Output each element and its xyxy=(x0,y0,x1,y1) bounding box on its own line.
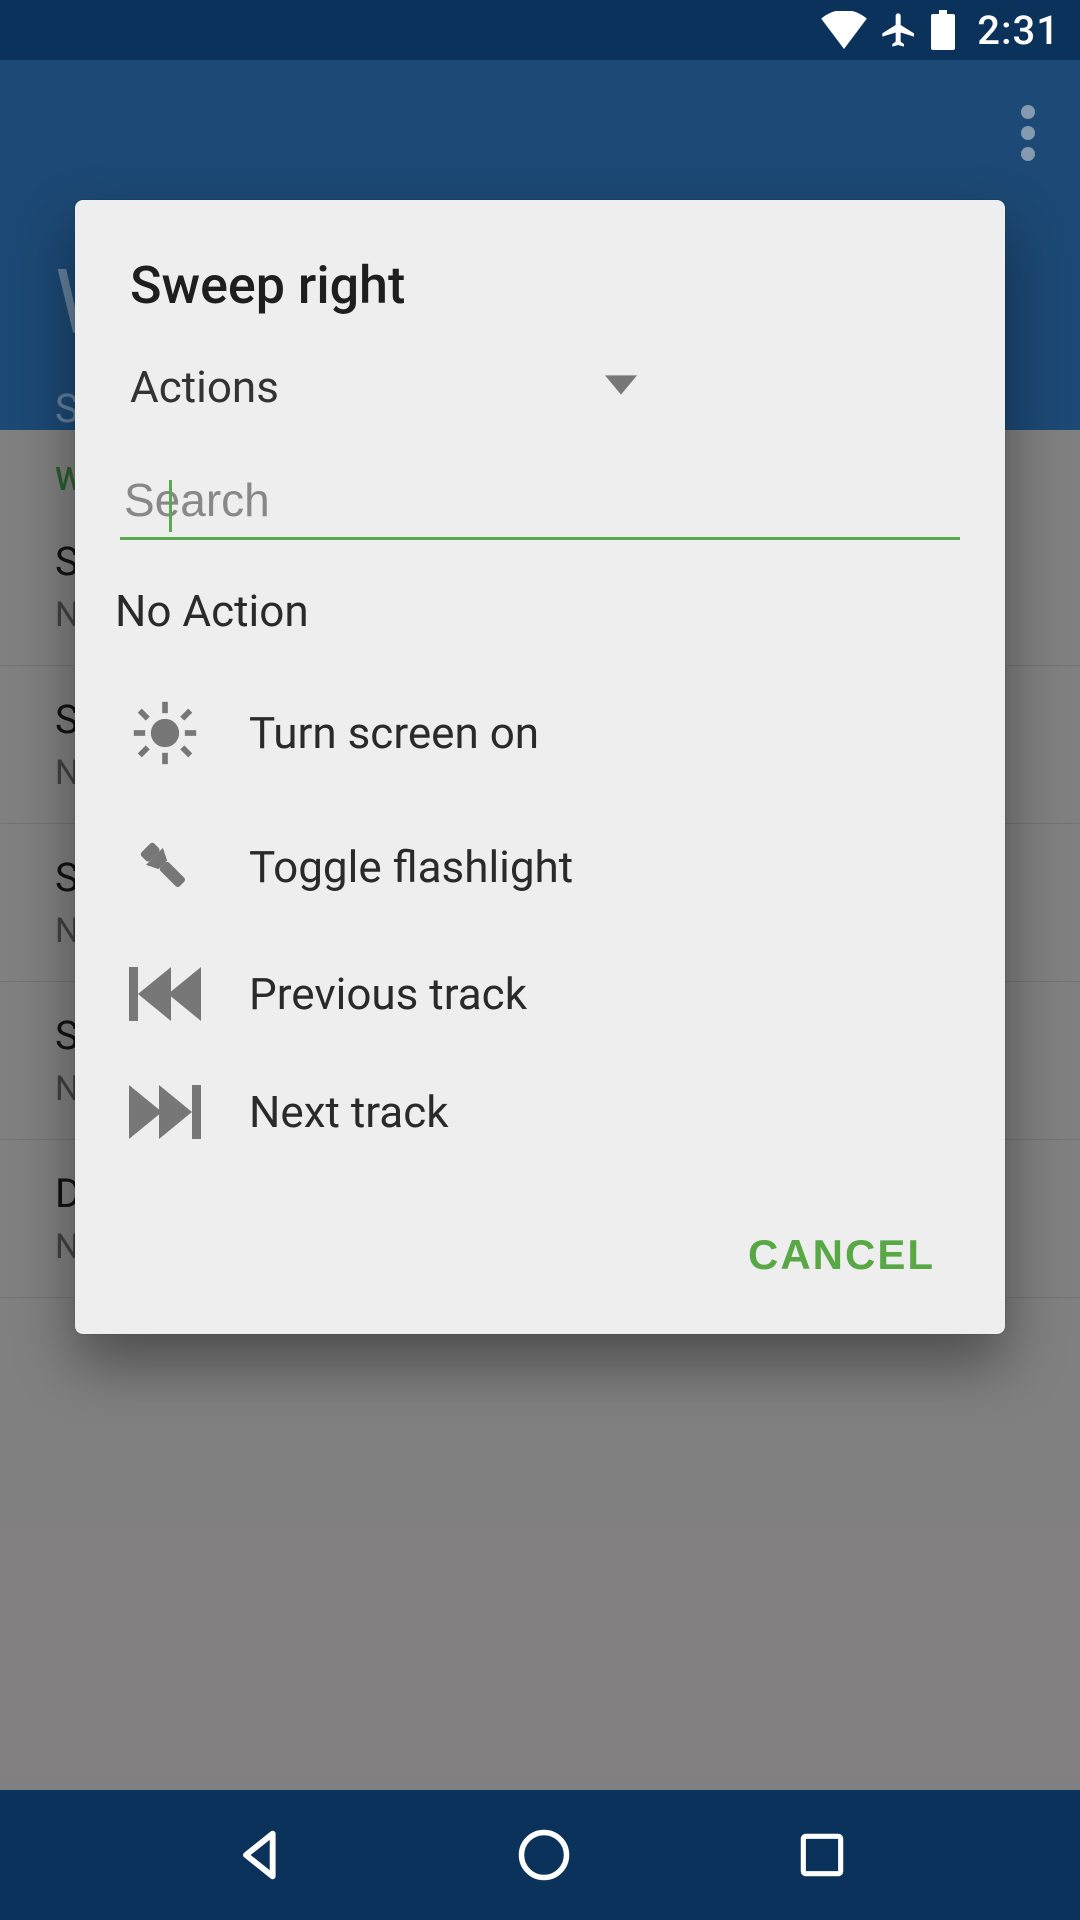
dialog-title: Sweep right xyxy=(75,200,1005,346)
action-picker-dialog: Sweep right Actions No Action Turn scree… xyxy=(75,200,1005,1334)
option-no-action[interactable]: No Action xyxy=(75,540,1005,667)
overflow-menu-icon[interactable] xyxy=(1021,105,1035,165)
chevron-down-icon xyxy=(605,375,637,399)
search-input[interactable] xyxy=(120,463,960,540)
category-dropdown[interactable]: Actions xyxy=(75,346,1005,443)
cancel-button[interactable]: CANCEL xyxy=(728,1221,955,1289)
option-label: Previous track xyxy=(249,968,527,1020)
option-list: Turn screen on Toggle flashlight Previou… xyxy=(75,667,1005,1191)
option-turn-screen-on[interactable]: Turn screen on xyxy=(75,667,1005,799)
status-time: 2:31 xyxy=(977,7,1060,54)
recents-button[interactable] xyxy=(794,1827,850,1883)
back-button[interactable] xyxy=(230,1823,294,1887)
home-button[interactable] xyxy=(514,1825,574,1885)
option-next-track[interactable]: Next track xyxy=(75,1053,1005,1171)
wifi-icon xyxy=(821,11,867,49)
next-track-icon xyxy=(125,1085,205,1139)
option-toggle-flashlight[interactable]: Toggle flashlight xyxy=(75,799,1005,935)
previous-track-icon xyxy=(125,967,205,1021)
status-bar: 2:31 xyxy=(0,0,1080,60)
text-cursor xyxy=(169,480,172,532)
option-label: Next track xyxy=(249,1086,449,1138)
sun-icon xyxy=(125,699,205,767)
airplane-icon xyxy=(879,10,919,50)
navigation-bar xyxy=(0,1790,1080,1920)
dropdown-label: Actions xyxy=(130,361,279,413)
flashlight-icon xyxy=(125,831,205,903)
option-label: Toggle flashlight xyxy=(249,841,573,893)
option-label: Turn screen on xyxy=(249,707,539,759)
option-previous-track[interactable]: Previous track xyxy=(75,935,1005,1053)
battery-icon xyxy=(931,10,955,50)
